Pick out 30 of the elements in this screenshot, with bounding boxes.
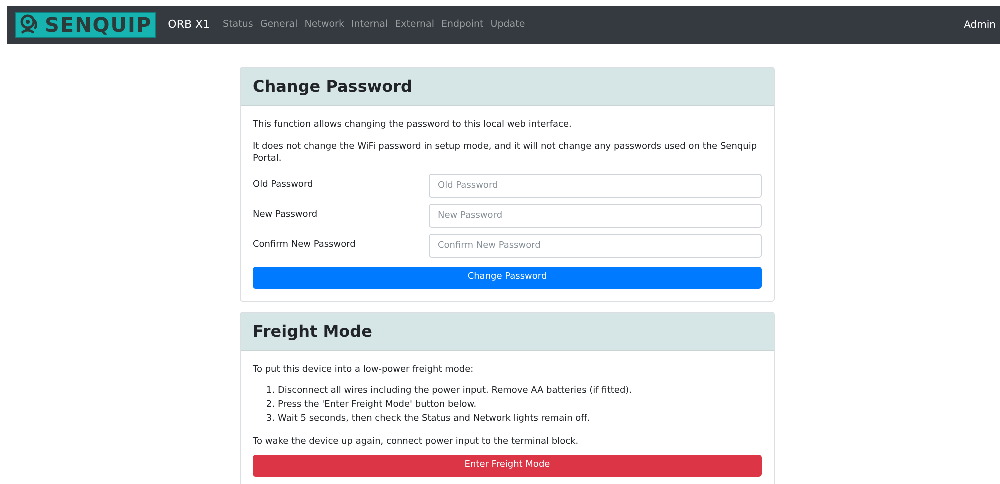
field-label: New Password [253,209,319,222]
paragraph: This function allows changing the password to this local web interface. [253,119,573,131]
card-title: Freight Mode [253,320,372,342]
list-item-text: Press the 'Enter Freight Mode' button below. [278,399,477,412]
paragraph: To wake the device up again, connect power input to the terminal block. [253,436,580,448]
logo[interactable]: SENQUIP [15,12,156,38]
list-number: 1. [265,385,275,398]
nav-link[interactable]: Endpoint [442,18,484,32]
input-field[interactable]: New Password [429,204,762,228]
card-title: Change Password [253,76,412,98]
input-field[interactable]: Confirm New Password [429,234,762,258]
action-button[interactable]: Enter Freight Mode [253,455,762,477]
nav-link[interactable]: External [395,18,434,32]
action-button[interactable]: Change Password [253,267,762,289]
nav-link[interactable]: Internal [351,18,388,32]
paragraph: To put this device into a low-power freight mode: [253,364,475,376]
user-link[interactable]: Admin [964,18,996,32]
list-item-text: Disconnect all wires including the power input. Remove AA batteries (if fitted). [278,385,632,398]
nav-link[interactable]: Status [223,18,254,32]
input-field[interactable]: Old Password [429,174,762,198]
nav-link[interactable]: Update [490,18,526,32]
list-number: 3. [265,413,275,426]
paragraph: It does not change the WiFi password in setup mode, and it will not change any passwords used on the Senquip Portal. [253,141,758,165]
field-label: Old Password [253,179,314,192]
field-label: Confirm New Password [253,239,357,252]
nav-link[interactable]: Network [304,18,344,32]
brand-text: ORB X1 [168,16,210,33]
list-item-text: Wait 5 seconds, then check the Status and Network lights remain off. [278,413,590,426]
nav-link[interactable]: General [260,18,298,32]
list-number: 2. [265,399,275,412]
